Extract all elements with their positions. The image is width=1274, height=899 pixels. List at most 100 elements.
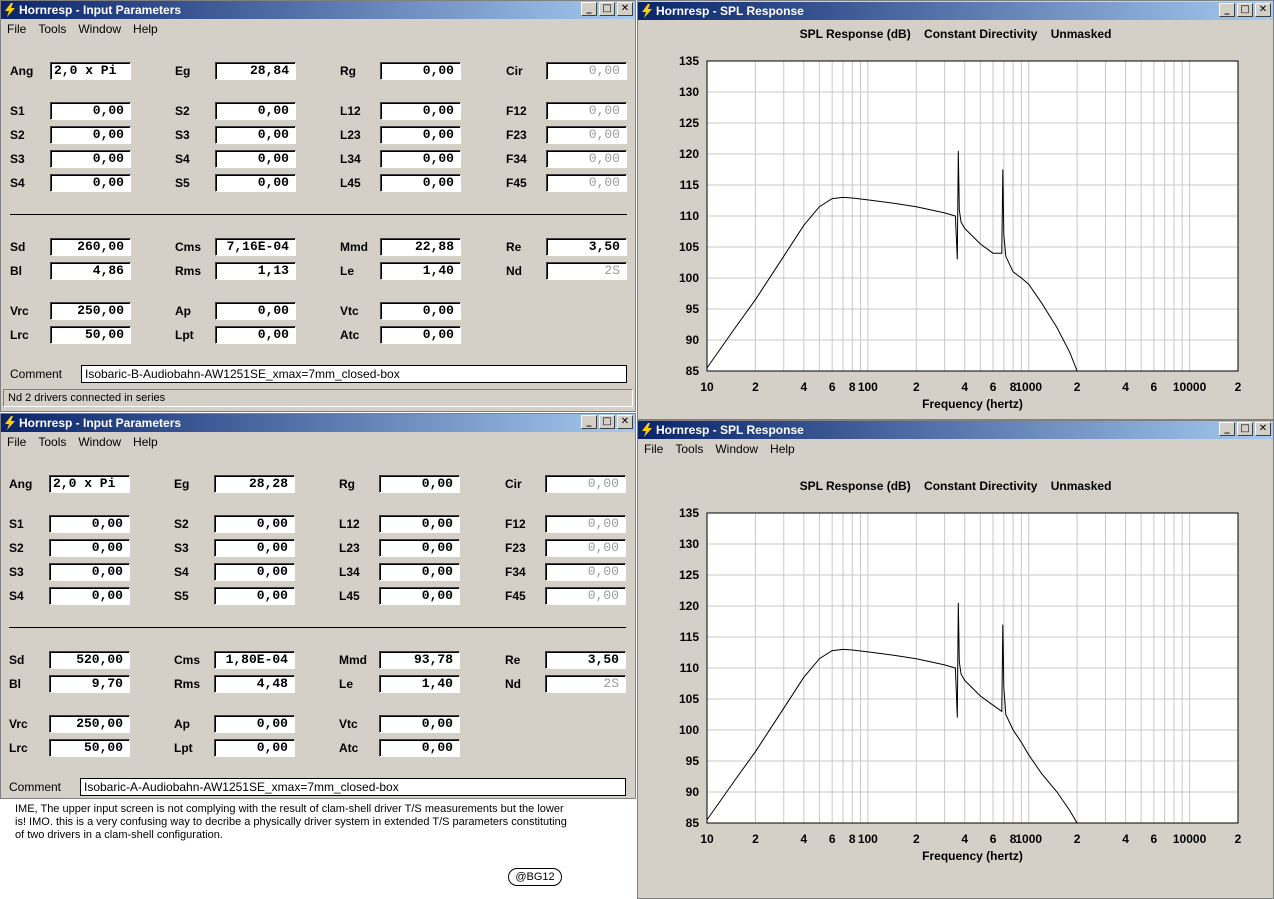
param-field-s3a[interactable]: 0,00: [215, 126, 296, 144]
param-field-ang[interactable]: 2,0 x Pi: [49, 475, 130, 493]
titlebar[interactable]: Hornresp - SPL Response _ □ ✕: [638, 2, 1273, 20]
param-field-lrc[interactable]: 50,00: [49, 739, 130, 757]
param-field-l23[interactable]: 0,00: [380, 126, 461, 144]
param-field-vrc[interactable]: 250,00: [50, 302, 131, 320]
menu-file[interactable]: File: [638, 439, 669, 459]
param-field-sd[interactable]: 260,00: [50, 238, 131, 256]
param-field-le[interactable]: 1,40: [379, 675, 460, 693]
param-field-nd[interactable]: 2S: [545, 675, 626, 693]
param-field-ap[interactable]: 0,00: [214, 715, 295, 733]
spl-window-bottom[interactable]: Hornresp - SPL Response _ □ ✕ File Tools…: [637, 420, 1274, 899]
param-field-s2[interactable]: 0,00: [50, 126, 131, 144]
menu-file[interactable]: File: [1, 19, 32, 39]
maximize-icon[interactable]: □: [599, 2, 615, 16]
param-field-s4a[interactable]: 0,00: [215, 150, 296, 168]
param-field-f12[interactable]: 0,00: [546, 102, 627, 120]
param-field-le[interactable]: 1,40: [380, 262, 461, 280]
param-field-mmd[interactable]: 22,88: [380, 238, 461, 256]
param-field-nd[interactable]: 2S: [546, 262, 627, 280]
minimize-icon[interactable]: _: [581, 415, 597, 429]
menu-help[interactable]: Help: [764, 439, 801, 459]
param-field-l23[interactable]: 0,00: [379, 539, 460, 557]
param-field-atc[interactable]: 0,00: [380, 326, 461, 344]
minimize-icon[interactable]: _: [581, 2, 597, 16]
menu-help[interactable]: Help: [127, 19, 164, 39]
menu-tools[interactable]: Tools: [32, 432, 72, 452]
param-field-ap[interactable]: 0,00: [215, 302, 296, 320]
comment-field[interactable]: Isobaric-B-Audiobahn-AW1251SE_xmax=7mm_c…: [81, 365, 627, 383]
param-field-vtc[interactable]: 0,00: [379, 715, 460, 733]
param-field-l45[interactable]: 0,00: [380, 174, 461, 192]
param-field-s5[interactable]: 0,00: [214, 587, 295, 605]
param-field-f23[interactable]: 0,00: [545, 539, 626, 557]
param-field-l45[interactable]: 0,00: [379, 587, 460, 605]
param-field-s1[interactable]: 0,00: [50, 102, 131, 120]
param-field-s2a[interactable]: 0,00: [215, 102, 296, 120]
param-field-rg[interactable]: 0,00: [380, 62, 461, 80]
param-field-s5[interactable]: 0,00: [215, 174, 296, 192]
param-field-lpt[interactable]: 0,00: [215, 326, 296, 344]
param-field-s4a[interactable]: 0,00: [214, 563, 295, 581]
param-field-s2a[interactable]: 0,00: [214, 515, 295, 533]
comment-field[interactable]: Isobaric-A-Audiobahn-AW1251SE_xmax=7mm_c…: [80, 778, 626, 796]
param-field-l34[interactable]: 0,00: [380, 150, 461, 168]
param-field-f45[interactable]: 0,00: [545, 587, 626, 605]
param-field-atc[interactable]: 0,00: [379, 739, 460, 757]
titlebar[interactable]: Hornresp - Input Parameters _ □ ✕: [1, 414, 635, 432]
titlebar[interactable]: Hornresp - Input Parameters _ □ ✕: [1, 1, 635, 19]
menu-file[interactable]: File: [1, 432, 32, 452]
menu-help[interactable]: Help: [127, 432, 164, 452]
menu-tools[interactable]: Tools: [669, 439, 709, 459]
param-field-vrc[interactable]: 250,00: [49, 715, 130, 733]
param-field-bl[interactable]: 4,86: [50, 262, 131, 280]
minimize-icon[interactable]: _: [1219, 3, 1235, 17]
param-field-s4[interactable]: 0,00: [50, 174, 131, 192]
param-field-cms[interactable]: 1,80E-04: [214, 651, 295, 669]
minimize-icon[interactable]: _: [1219, 422, 1235, 436]
param-field-eg[interactable]: 28,28: [214, 475, 295, 493]
param-field-lpt[interactable]: 0,00: [214, 739, 295, 757]
param-field-f12[interactable]: 0,00: [545, 515, 626, 533]
param-field-f23[interactable]: 0,00: [546, 126, 627, 144]
spl-window-top[interactable]: Hornresp - SPL Response _ □ ✕ SPL Respon…: [637, 0, 1274, 420]
menu-tools[interactable]: Tools: [32, 19, 72, 39]
param-field-cir[interactable]: 0,00: [546, 62, 627, 80]
menu-window[interactable]: Window: [72, 19, 127, 39]
menu-window[interactable]: Window: [709, 439, 764, 459]
titlebar[interactable]: Hornresp - SPL Response _ □ ✕: [638, 421, 1273, 439]
param-field-mmd[interactable]: 93,78: [379, 651, 460, 669]
param-field-rms[interactable]: 4,48: [214, 675, 295, 693]
param-field-lrc[interactable]: 50,00: [50, 326, 131, 344]
param-field-s4[interactable]: 0,00: [49, 587, 130, 605]
param-field-eg[interactable]: 28,84: [215, 62, 296, 80]
param-field-s3a[interactable]: 0,00: [214, 539, 295, 557]
param-field-vtc[interactable]: 0,00: [380, 302, 461, 320]
param-field-ang[interactable]: 2,0 x Pi: [50, 62, 131, 80]
param-field-f34[interactable]: 0,00: [545, 563, 626, 581]
param-field-f34[interactable]: 0,00: [546, 150, 627, 168]
param-field-f45[interactable]: 0,00: [546, 174, 627, 192]
input-window-bottom[interactable]: Hornresp - Input Parameters _ □ ✕ File T…: [0, 413, 636, 799]
param-field-s3[interactable]: 0,00: [49, 563, 130, 581]
maximize-icon[interactable]: □: [1237, 3, 1253, 17]
param-field-l12[interactable]: 0,00: [379, 515, 460, 533]
input-window-top[interactable]: Hornresp - Input Parameters _ □ ✕ File T…: [0, 0, 636, 412]
maximize-icon[interactable]: □: [1237, 422, 1253, 436]
param-field-rg[interactable]: 0,00: [379, 475, 460, 493]
param-field-cms[interactable]: 7,16E-04: [215, 238, 296, 256]
param-field-sd[interactable]: 520,00: [49, 651, 130, 669]
param-field-re[interactable]: 3,50: [546, 238, 627, 256]
param-field-bl[interactable]: 9,70: [49, 675, 130, 693]
maximize-icon[interactable]: □: [599, 415, 615, 429]
param-field-s1[interactable]: 0,00: [49, 515, 130, 533]
close-icon[interactable]: ✕: [617, 2, 633, 16]
param-field-s3[interactable]: 0,00: [50, 150, 131, 168]
param-field-rms[interactable]: 1,13: [215, 262, 296, 280]
param-field-l12[interactable]: 0,00: [380, 102, 461, 120]
close-icon[interactable]: ✕: [617, 415, 633, 429]
close-icon[interactable]: ✕: [1255, 422, 1271, 436]
param-field-re[interactable]: 3,50: [545, 651, 626, 669]
close-icon[interactable]: ✕: [1255, 3, 1271, 17]
menu-window[interactable]: Window: [72, 432, 127, 452]
param-field-cir[interactable]: 0,00: [545, 475, 626, 493]
